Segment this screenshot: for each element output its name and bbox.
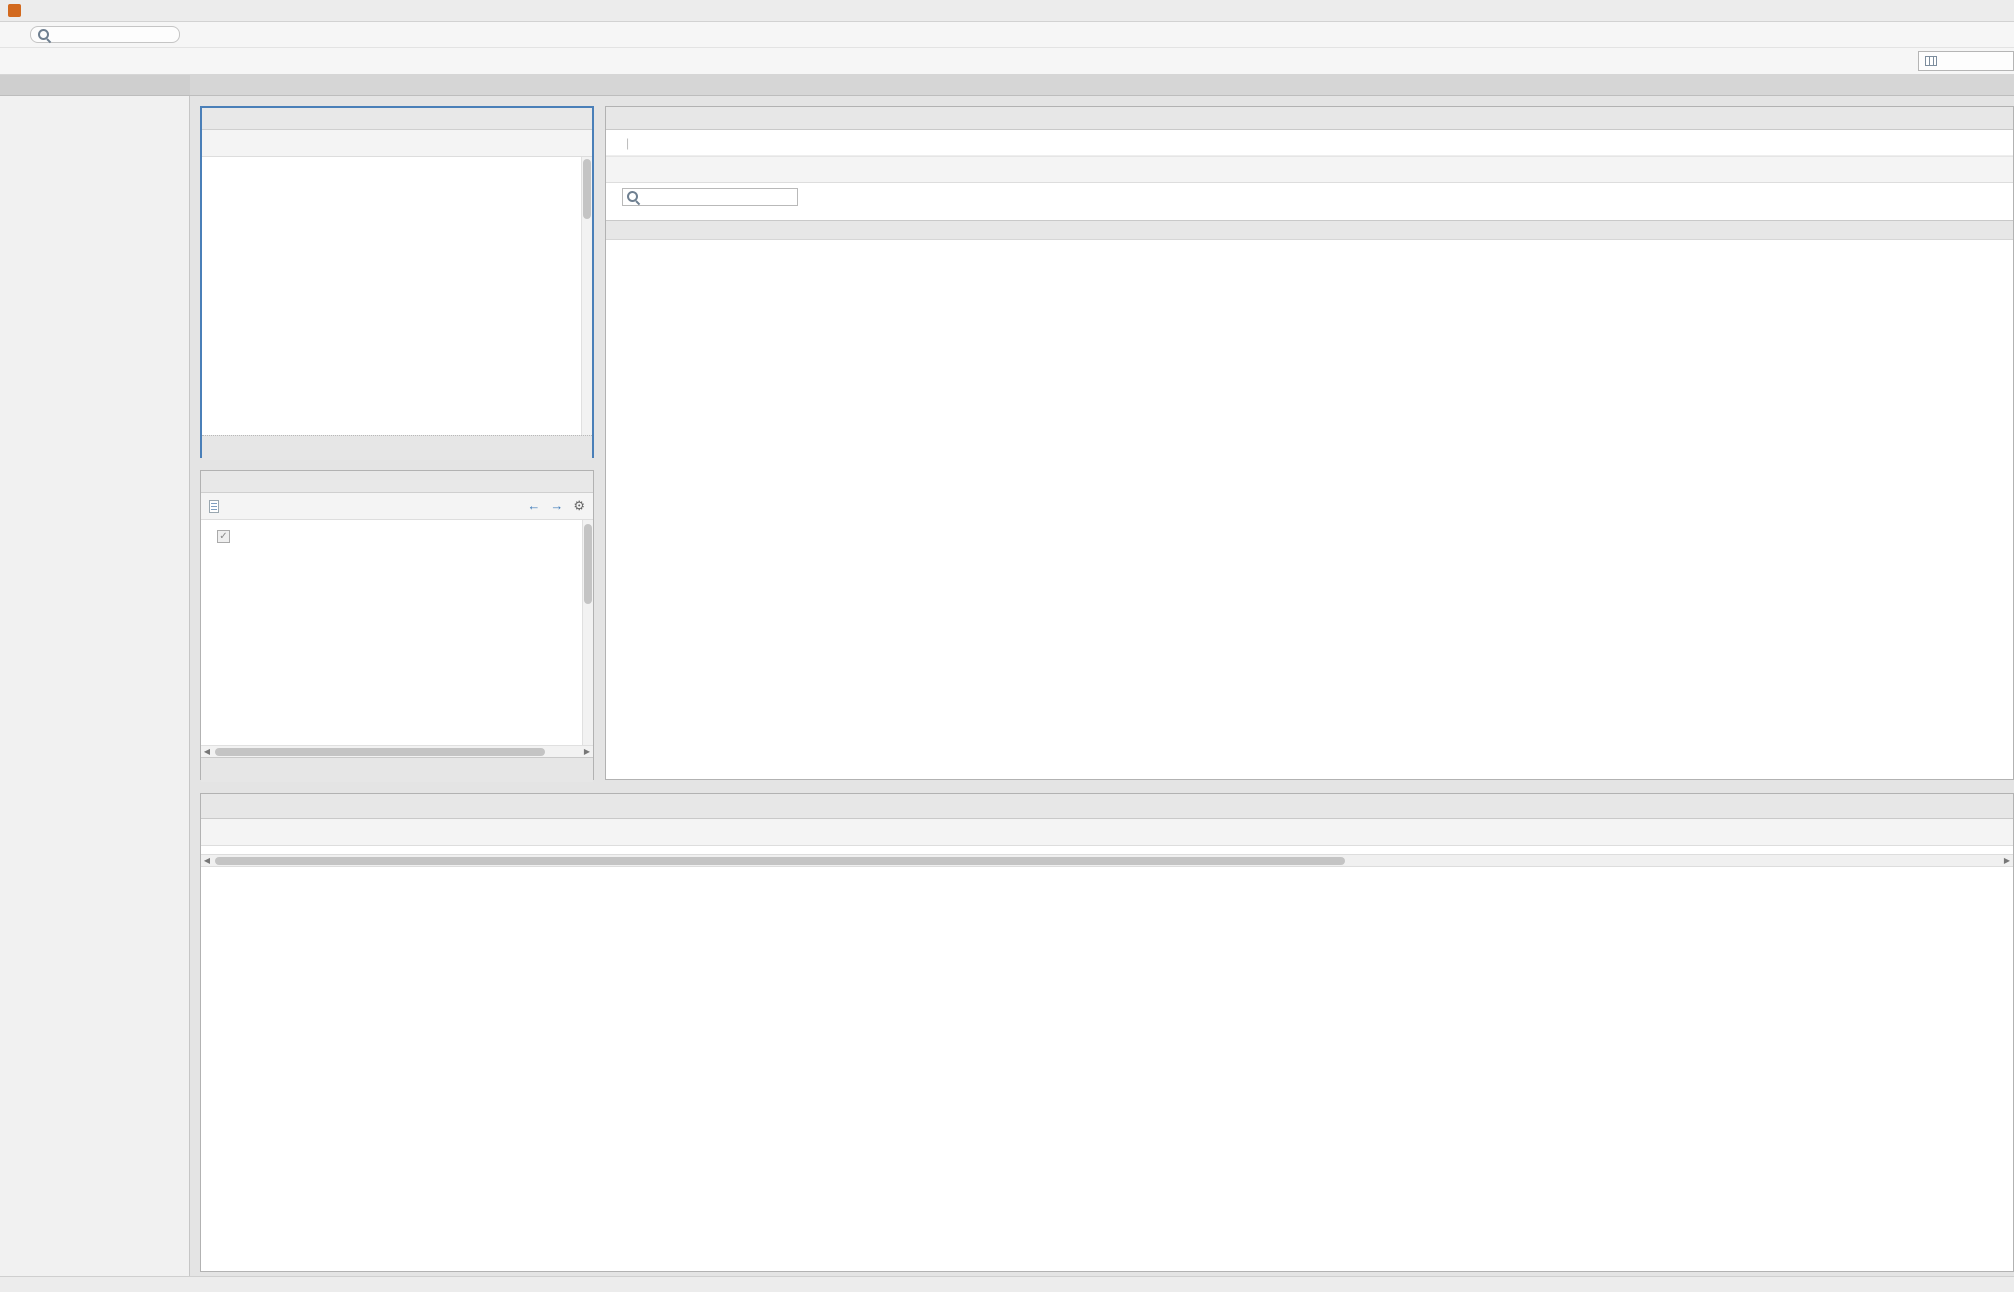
design-runs-panel: ◀ ▶: [200, 793, 2014, 1272]
scroll-right-icon[interactable]: ▶: [2001, 855, 2013, 867]
menubar: [0, 22, 2014, 48]
sources-vertical-scrollbar[interactable]: [581, 157, 592, 435]
catalog-search-input[interactable]: [622, 188, 798, 206]
vivado-logo-icon: [8, 4, 21, 17]
quick-access-search[interactable]: [30, 26, 180, 43]
details-section-title: [606, 220, 2013, 240]
forward-button[interactable]: →: [550, 498, 563, 514]
ip-catalog-panel: |: [605, 106, 2014, 780]
project-manager-header: [190, 75, 2014, 96]
layout-selector-button[interactable]: [1918, 51, 2014, 71]
properties-settings-gear-icon[interactable]: ⚙: [573, 498, 585, 514]
search-icon: [37, 28, 51, 42]
sources-panel: [200, 106, 594, 458]
subtab-separator: |: [626, 136, 629, 150]
header-band: [0, 75, 2014, 96]
enabled-checkbox[interactable]: ✓: [217, 530, 230, 543]
source-file-properties-panel: ← → ⚙ ✓ ◀ ▶: [200, 470, 594, 780]
scroll-left-icon[interactable]: ◀: [201, 746, 213, 758]
properties-vertical-scrollbar[interactable]: [582, 520, 593, 745]
statusbar: [0, 1276, 2014, 1292]
main-toolbar: [0, 48, 2014, 75]
titlebar: [0, 0, 2014, 22]
flow-navigator: [0, 96, 190, 1276]
sources-panel-titlebar: [202, 108, 592, 130]
properties-subheader: ← → ⚙: [201, 493, 593, 520]
vivado-window: ← → ⚙ ✓ ◀ ▶ |: [0, 0, 2014, 1292]
back-button[interactable]: ←: [527, 498, 540, 514]
layout-columns-icon: [1925, 56, 1937, 66]
properties-panel-titlebar: [201, 471, 593, 493]
catalog-search-row: [606, 183, 2013, 211]
flow-navigator-header: [0, 75, 190, 96]
properties-horizontal-scrollbar[interactable]: ◀ ▶: [201, 745, 593, 757]
details-body: [606, 240, 2013, 390]
enabled-row: ✓: [217, 530, 593, 543]
scroll-left-icon[interactable]: ◀: [201, 855, 213, 867]
search-icon: [626, 190, 640, 204]
catalog-subtabs: |: [606, 130, 2013, 156]
file-icon: [209, 500, 219, 513]
properties-body: ✓: [201, 520, 593, 745]
scroll-right-icon[interactable]: ▶: [581, 746, 593, 758]
sources-tree: [202, 157, 592, 435]
runs-horizontal-scrollbar[interactable]: ◀ ▶: [201, 854, 2013, 867]
